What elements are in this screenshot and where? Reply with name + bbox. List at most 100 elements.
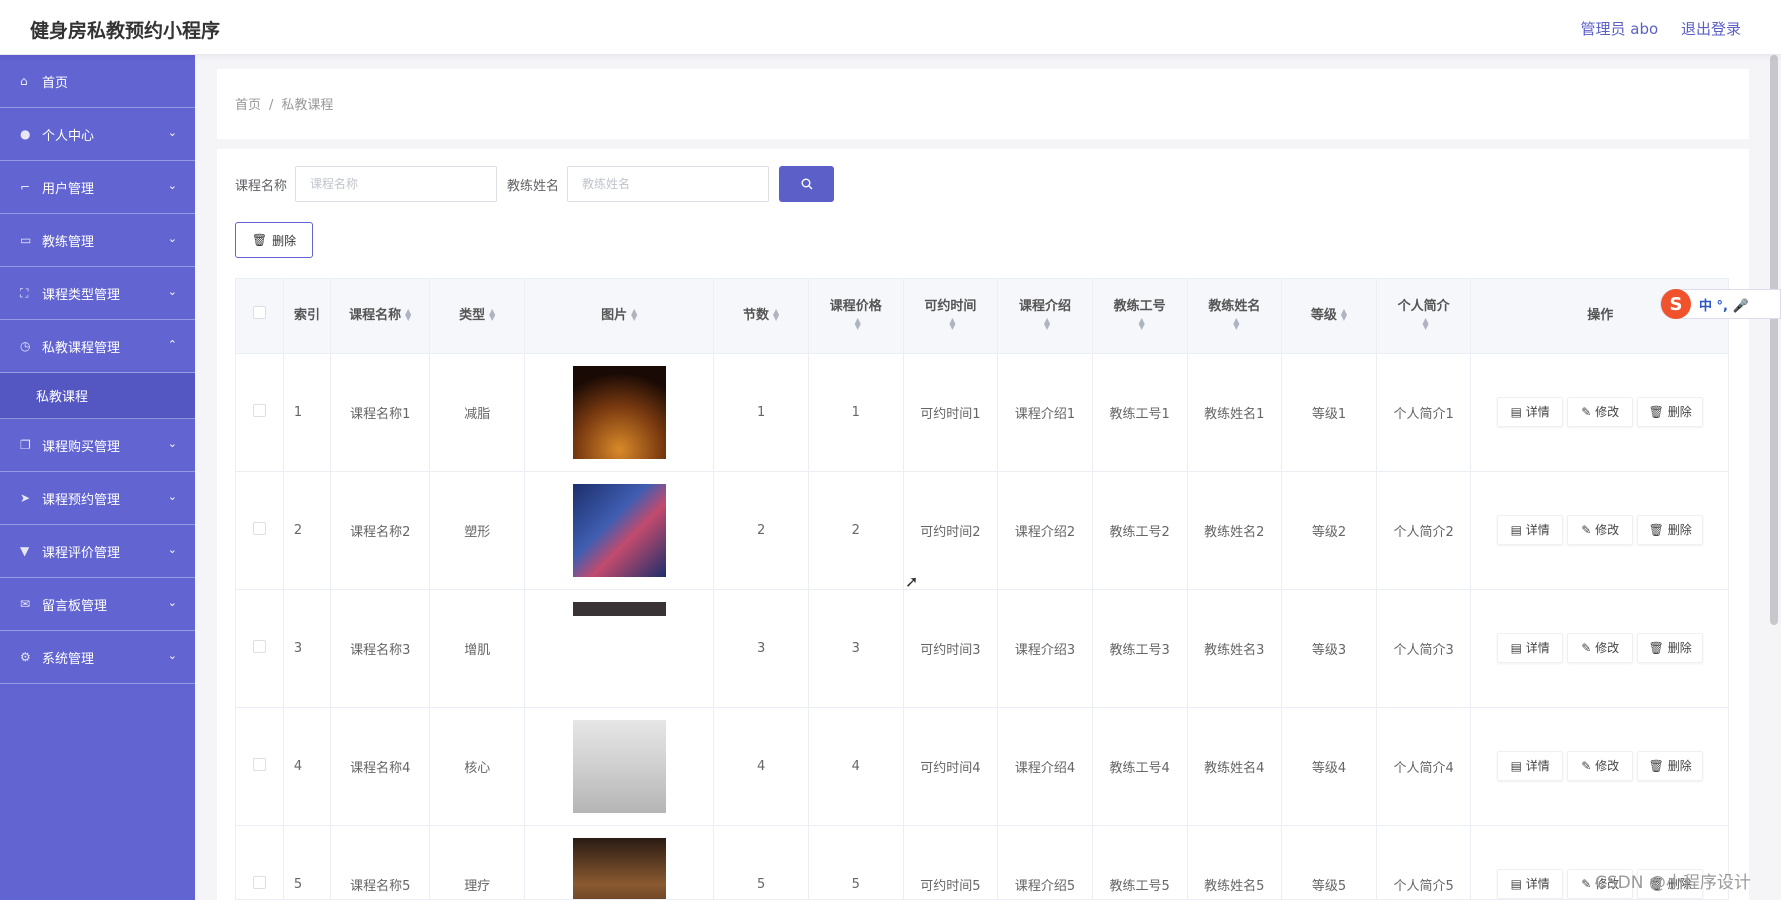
cell-type: 核心: [429, 707, 526, 826]
page-scrollbar[interactable]: [1770, 55, 1778, 625]
row-checkbox[interactable]: [252, 757, 266, 771]
edit-button[interactable]: ✎ 修改: [1567, 397, 1634, 427]
sidebar-item-messages[interactable]: ✉ 留言板管理 ⌄: [0, 578, 195, 631]
cell-image: [524, 471, 715, 590]
sidebar-item-coaches[interactable]: ▭ 教练管理 ⌄: [0, 214, 195, 267]
select-all-checkbox[interactable]: [252, 306, 266, 320]
delete-button[interactable]: 🗑 删除: [1637, 397, 1704, 427]
cell-image: [524, 353, 715, 472]
detail-button[interactable]: ▤ 详情: [1497, 633, 1564, 663]
trash-icon: 🗑: [1648, 405, 1668, 419]
breadcrumb-home[interactable]: 首页: [235, 98, 261, 113]
cell-type: 减脂: [429, 353, 526, 472]
cell-bio: 个人简介3: [1376, 589, 1472, 708]
table-row: 1 课程名称1 减脂 1 1 可约时间1 课程介绍1 教练工号1 教练姓名1 等级1 个人简介1 ▤ …: [236, 353, 1728, 472]
edit-button[interactable]: ✎ 修改: [1567, 633, 1634, 663]
send-icon: ➤: [20, 491, 31, 505]
row-checkbox[interactable]: [252, 639, 266, 653]
sidebar-item-reviews[interactable]: ▼ 课程评价管理 ⌄: [0, 525, 195, 578]
row-checkbox[interactable]: [252, 403, 266, 417]
detail-button[interactable]: ▤ 详情: [1497, 751, 1564, 781]
cell-image: [524, 589, 715, 708]
header-time[interactable]: 可约时间 ▲ ▼: [903, 279, 999, 354]
edit-button[interactable]: ✎ 修改: [1567, 515, 1634, 545]
course-image[interactable]: [572, 601, 666, 695]
delete-button[interactable]: 🗑 删除: [1637, 751, 1704, 781]
sidebar-item-users[interactable]: ⌐ 用户管理 ⌄: [0, 161, 195, 214]
sidebar-item-purchases[interactable]: ❐ 课程购买管理 ⌄: [0, 419, 195, 472]
cell-image: [524, 825, 715, 899]
chevron-down-icon: ⌄: [167, 649, 177, 662]
cell-intro: 课程介绍5: [997, 825, 1093, 899]
header-coach-name[interactable]: 教练姓名 ▲ ▼: [1187, 279, 1283, 354]
sidebar-item-profile[interactable]: ● 个人中心 ⌄: [0, 108, 195, 161]
row-checkbox[interactable]: [252, 875, 266, 889]
header-coach-no[interactable]: 教练工号 ▲ ▼: [1092, 279, 1188, 354]
cell-sessions: 1: [713, 353, 809, 472]
cell-coach-name: 教练姓名4: [1187, 707, 1283, 826]
header-intro[interactable]: 课程介绍 ▲ ▼: [997, 279, 1093, 354]
sidebar-item-home[interactable]: ⌂ 首页: [0, 55, 195, 108]
course-image[interactable]: [572, 483, 666, 577]
cell-intro: 课程介绍4: [997, 707, 1093, 826]
header-bio[interactable]: 个人简介 ▲ ▼: [1376, 279, 1472, 354]
ime-toolbar[interactable]: S 中 °, 🎤: [1660, 289, 1781, 319]
user-icon: ●: [20, 127, 31, 141]
coach-name-input[interactable]: [567, 166, 770, 202]
watermark: CSDN @小程序设计: [1595, 873, 1751, 893]
row-checkbox[interactable]: [252, 521, 266, 535]
content-card: 课程名称 教练姓名 🗑删除 索引 课程名称▲▼ 类型▲▼ 图片▲▼ 节数▲▼ 课…: [217, 149, 1749, 900]
cell-ops: ▤ 详情 ✎ 修改 🗑 删除: [1470, 471, 1728, 590]
frame-icon: ⛶: [20, 285, 29, 300]
sort-icon: ▲ ▼: [1422, 316, 1429, 332]
header-level[interactable]: 等级 ▲ ▼: [1281, 279, 1377, 354]
trash-icon: 🗑: [1648, 759, 1668, 773]
cell-image: [524, 707, 715, 826]
header-image[interactable]: 图片 ▲ ▼: [524, 279, 715, 354]
sidebar-item-course-types[interactable]: ⛶ 课程类型管理 ⌄: [0, 267, 195, 320]
detail-button[interactable]: ▤ 详情: [1497, 515, 1564, 545]
table-body: 1 课程名称1 减脂 1 1 可约时间1 课程介绍1 教练工号1 教练姓名1 等级1 个人简介1 ▤ …: [236, 353, 1728, 899]
course-image[interactable]: [572, 837, 666, 899]
edit-button[interactable]: ✎ 修改: [1567, 751, 1634, 781]
edit-icon: ✎: [1581, 523, 1596, 537]
sort-icon: ▲ ▼: [1233, 316, 1240, 332]
chevron-down-icon: ⌄: [167, 490, 177, 503]
detail-button[interactable]: ▤ 详情: [1497, 397, 1564, 427]
header-sessions[interactable]: 节数 ▲ ▼: [713, 279, 809, 354]
sidebar-subitem-private-course[interactable]: 私教课程: [0, 373, 195, 419]
detail-button[interactable]: ▤ 详情: [1497, 869, 1564, 899]
sidebar: ⌂ 首页 ● 个人中心 ⌄ ⌐ 用户管理 ⌄ ▭ 教练管理 ⌄ ⛶ 课程类型管理 ⌄ ◷ 私教课程管…: [0, 55, 195, 900]
cell-intro: 课程介绍3: [997, 589, 1093, 708]
sidebar-item-system[interactable]: ⚙ 系统管理 ⌄: [0, 631, 195, 684]
header-price[interactable]: 课程价格 ▲ ▼: [808, 279, 904, 354]
cell-index: 5: [283, 825, 332, 899]
course-name-input[interactable]: [295, 166, 498, 202]
course-table: 索引 课程名称 ▲ ▼ 类型 ▲ ▼ 图片 ▲ ▼ 节数 ▲ ▼ 课程价格 ▲ ▼ 可约时间 ▲ ▼ 课…: [235, 278, 1729, 900]
cell-name: 课程名称5: [330, 825, 431, 899]
logout-link[interactable]: 退出登录: [1681, 20, 1741, 38]
cell-time: 可约时间3: [903, 589, 999, 708]
header-type[interactable]: 类型 ▲ ▼: [429, 279, 526, 354]
sogou-logo-icon: S: [1661, 289, 1691, 319]
cell-coach-no: 教练工号4: [1092, 707, 1188, 826]
cell-name: 课程名称3: [330, 589, 431, 708]
header-name[interactable]: 课程名称 ▲ ▼: [330, 279, 431, 354]
batch-delete-button[interactable]: 🗑 删除: [235, 222, 313, 258]
course-image[interactable]: [572, 365, 666, 459]
admin-name: 管理员 abo: [1580, 20, 1659, 38]
delete-button[interactable]: 🗑 删除: [1637, 633, 1704, 663]
cell-type: 塑形: [429, 471, 526, 590]
course-image[interactable]: [572, 719, 666, 813]
cell-price: 5: [808, 825, 904, 899]
delete-button[interactable]: 🗑 删除: [1637, 515, 1704, 545]
trash-icon: 🗑: [1648, 523, 1668, 537]
mouse-cursor-icon: ➚: [905, 572, 919, 591]
chevron-down-icon: ⌄: [167, 543, 177, 556]
stamp-icon: ▼: [20, 544, 30, 558]
chevron-down-icon: ⌄: [167, 179, 177, 192]
sidebar-item-private-courses[interactable]: ◷ 私教课程管理 ⌃: [0, 320, 195, 373]
search-button[interactable]: [779, 166, 835, 202]
row-select-cell: [236, 353, 284, 472]
sidebar-item-bookings[interactable]: ➤ 课程预约管理 ⌄: [0, 472, 195, 525]
